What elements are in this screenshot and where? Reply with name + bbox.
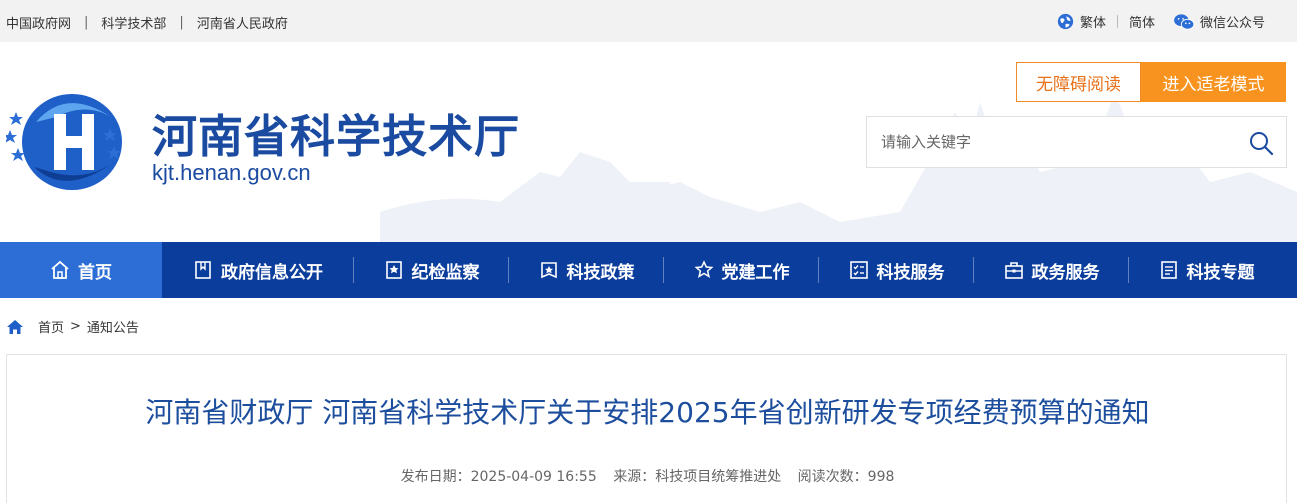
header: 河南省科学技术厅 kjt.henan.gov.cn 无障碍阅读 进入适老模式 bbox=[0, 42, 1297, 242]
breadcrumb: 首页 > 通知公告 bbox=[6, 317, 139, 336]
site-domain: kjt.henan.gov.cn bbox=[152, 160, 311, 185]
lang-traditional-link[interactable]: 繁体 bbox=[1080, 12, 1106, 31]
breadcrumb-separator: > bbox=[70, 319, 81, 334]
nav-item-home[interactable]: 首页 bbox=[0, 242, 162, 298]
elder-mode-button[interactable]: 进入适老模式 bbox=[1141, 62, 1286, 102]
nav-label: 政府信息公开 bbox=[221, 262, 323, 283]
search-box bbox=[866, 116, 1287, 168]
nav-label: 科技服务 bbox=[876, 262, 945, 283]
main-nav: 首页 政府信息公开 纪检监察 科技政策 党建工作 科技服务 政务服务 科技专题 bbox=[0, 242, 1297, 298]
top-links: 中国政府网 | 科学技术部 | 河南省人民政府 bbox=[6, 13, 288, 32]
nav-label: 党建工作 bbox=[721, 262, 790, 283]
link-most[interactable]: 科学技术部 bbox=[101, 13, 166, 32]
link-gov-cn[interactable]: 中国政府网 bbox=[6, 13, 71, 32]
nav-item-gov-service[interactable]: 政务服务 bbox=[974, 242, 1129, 298]
document-icon bbox=[1160, 261, 1177, 279]
nav-label: 纪检监察 bbox=[411, 262, 480, 283]
article-meta: 发布日期：2025-04-09 16:55 来源：科技项目统筹推进处 阅读次数：… bbox=[7, 466, 1288, 486]
nav-item-gov-info[interactable]: 政府信息公开 bbox=[162, 242, 354, 298]
view-count: 阅读次数：998 bbox=[797, 469, 895, 485]
accessibility-button[interactable]: 无障碍阅读 bbox=[1016, 62, 1141, 102]
lang-simplified-link[interactable]: 简体 bbox=[1129, 12, 1155, 31]
checklist-icon bbox=[849, 261, 868, 279]
badge-icon bbox=[385, 261, 402, 279]
top-right-tools: 繁体 简体 微信公众号 bbox=[1057, 12, 1265, 31]
wechat-icon bbox=[1174, 13, 1195, 30]
home-icon bbox=[7, 319, 23, 334]
article-title: 河南省财政厅 河南省科学技术厅关于安排2025年省创新研发专项经费预算的通知 bbox=[145, 396, 1150, 429]
article-source: 来源：科技项目统筹推进处 bbox=[613, 469, 782, 485]
nav-item-discipline[interactable]: 纪检监察 bbox=[354, 242, 509, 298]
search-input[interactable] bbox=[867, 117, 1237, 167]
nav-item-tech-service[interactable]: 科技服务 bbox=[819, 242, 974, 298]
search-icon[interactable] bbox=[1248, 130, 1274, 156]
top-bar: 中国政府网 | 科学技术部 | 河南省人民政府 繁体 简体 微信公众号 bbox=[0, 0, 1297, 42]
nav-label: 政务服务 bbox=[1031, 262, 1100, 283]
link-separator: | bbox=[84, 15, 89, 30]
nav-item-special[interactable]: 科技专题 bbox=[1129, 242, 1284, 298]
site-title: 河南省科学技术厅 bbox=[152, 110, 521, 163]
nav-label: 科技专题 bbox=[1186, 262, 1255, 283]
briefcase-icon bbox=[1004, 262, 1023, 279]
publish-date: 发布日期：2025-04-09 16:55 bbox=[400, 469, 597, 485]
bookmark-icon bbox=[195, 261, 211, 279]
breadcrumb-home-link[interactable]: 首页 bbox=[38, 317, 64, 336]
globe-icon bbox=[1057, 13, 1074, 30]
link-henan-gov[interactable]: 河南省人民政府 bbox=[197, 13, 288, 32]
nav-item-party[interactable]: 党建工作 bbox=[664, 242, 819, 298]
star-box-icon bbox=[540, 262, 557, 279]
nav-label: 科技政策 bbox=[566, 262, 635, 283]
nav-item-policy[interactable]: 科技政策 bbox=[509, 242, 664, 298]
logo-emblem-icon bbox=[6, 94, 122, 190]
article-card: 河南省财政厅 河南省科学技术厅关于安排2025年省创新研发专项经费预算的通知 发… bbox=[6, 354, 1287, 503]
wechat-link[interactable]: 微信公众号 bbox=[1200, 12, 1265, 31]
home-icon bbox=[51, 260, 69, 279]
nav-label: 首页 bbox=[78, 262, 112, 283]
link-separator: | bbox=[179, 15, 184, 30]
divider bbox=[1116, 15, 1118, 28]
star-icon bbox=[693, 260, 714, 278]
breadcrumb-current-link[interactable]: 通知公告 bbox=[87, 317, 139, 336]
